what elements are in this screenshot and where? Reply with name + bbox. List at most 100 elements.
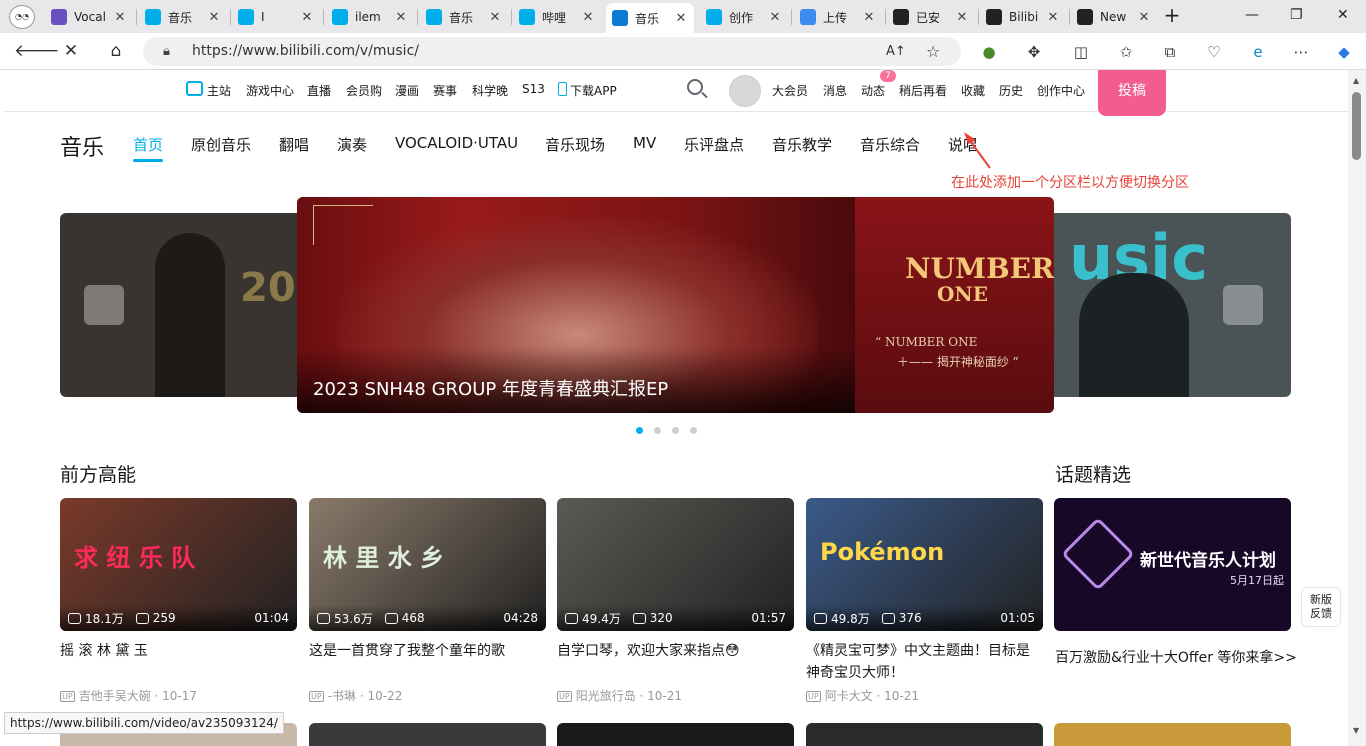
video-card[interactable]: Pokémon 49.8万 376 01:05 《精灵宝可梦》中文主题曲！目标是神奇宝贝… <box>806 498 1043 703</box>
nav-item-watch-later[interactable]: 稍后再看 <box>899 82 947 99</box>
topic-link[interactable]: 百万激励&行业十大Offer 等你来拿>> <box>1055 647 1297 667</box>
nav-item-game[interactable]: 游戏中心 <box>246 82 294 99</box>
video-author[interactable]: 阳光旅行岛 <box>576 689 636 703</box>
browser-tab[interactable]: 哔哩 ✕ <box>513 3 601 31</box>
browser-tab[interactable]: New ✕ <box>1071 3 1157 31</box>
video-thumbnail[interactable]: 林 里 水 乡 53.6万 468 04:28 <box>309 498 546 631</box>
video-card[interactable]: 49.4万 320 01:57 自学口琴，欢迎大家来指点😳 UP 阳光旅行岛 · 10-2… <box>557 498 794 703</box>
extension-icon-globe[interactable]: ● <box>978 41 1000 63</box>
browser-tab[interactable]: Vocal ✕ <box>45 3 133 31</box>
favorites-icon[interactable]: ✩ <box>1115 41 1137 63</box>
carousel-dot-2[interactable] <box>654 427 661 434</box>
close-tab-icon[interactable]: ✕ <box>955 10 969 25</box>
back-button[interactable]: 🡐 <box>14 39 60 63</box>
carousel-dot-1[interactable] <box>636 427 643 434</box>
address-field[interactable]: 🔒︎ https://www.bilibili.com/v/music/ A↑ … <box>143 37 961 66</box>
video-thumbnail[interactable]: Pokémon 49.8万 376 01:05 <box>806 498 1043 631</box>
page-scrollbar[interactable]: ▲ ▼ <box>1348 70 1366 746</box>
upload-button[interactable]: 投稿 <box>1098 70 1166 116</box>
copilot-icon[interactable]: ◆ <box>1333 41 1355 63</box>
close-tab-icon[interactable]: ✕ <box>862 10 876 25</box>
tab-original[interactable]: 原创音乐 <box>191 134 251 155</box>
collections-icon[interactable]: ⧉ <box>1159 41 1181 63</box>
video-thumbnail[interactable]: 求 纽 乐 队 18.1万 259 01:04 <box>60 498 297 631</box>
carousel-next-button[interactable] <box>1223 285 1263 325</box>
close-tab-icon[interactable]: ✕ <box>674 11 688 26</box>
scrollbar-thumb[interactable] <box>1352 92 1361 160</box>
carousel-next-slide[interactable]: usic <box>1049 213 1291 397</box>
carousel-prev-button[interactable] <box>84 285 124 325</box>
nav-item-messages[interactable]: 消息 <box>823 82 847 99</box>
tab-general[interactable]: 音乐综合 <box>860 134 920 155</box>
video-title[interactable]: 这是一首贯穿了我整个童年的歌 <box>309 640 546 662</box>
tab-perform[interactable]: 演奏 <box>337 134 367 155</box>
more-menu-icon[interactable]: ⋯ <box>1290 41 1312 63</box>
close-tab-icon[interactable]: ✕ <box>488 10 502 25</box>
close-tab-icon[interactable]: ✕ <box>207 10 221 25</box>
browser-tab[interactable]: 音乐 ✕ <box>420 3 508 31</box>
nav-item-mall[interactable]: 会员购 <box>346 82 382 99</box>
read-aloud-icon[interactable]: A↑ <box>886 37 906 66</box>
close-tab-icon[interactable]: ✕ <box>113 10 127 25</box>
minimize-icon[interactable]: — <box>1245 7 1259 23</box>
browser-essentials-icon[interactable]: e <box>1247 41 1269 63</box>
profile-avatar[interactable]: ◔◔ <box>9 5 35 29</box>
nav-item-science[interactable]: 科学晚 <box>472 82 508 99</box>
browser-tab[interactable]: 上传 ✕ <box>794 3 882 31</box>
close-tab-icon[interactable]: ✕ <box>1137 10 1151 25</box>
browser-tab[interactable]: ilem ✕ <box>326 3 414 31</box>
close-tab-icon[interactable]: ✕ <box>300 10 314 25</box>
new-tab-button[interactable]: + <box>1161 4 1183 28</box>
lock-icon[interactable]: 🔒︎ <box>163 37 170 66</box>
video-card[interactable]: 求 纽 乐 队 18.1万 259 01:04 摇 滚 林 黛 玉 UP 吉他手吴大碗 · … <box>60 498 297 703</box>
scroll-down-arrow[interactable]: ▼ <box>1353 726 1359 735</box>
nav-item-live[interactable]: 直播 <box>307 82 331 99</box>
browser-tab[interactable]: Bilibi ✕ <box>980 3 1066 31</box>
nav-item-esports[interactable]: 赛事 <box>433 82 457 99</box>
tab-live[interactable]: 音乐现场 <box>545 134 605 155</box>
carousel-caption[interactable]: 2023 SNH48 GROUP 年度青春盛典汇报EP <box>313 375 668 401</box>
home-button[interactable]: ⌂ <box>102 39 130 63</box>
tab-mv[interactable]: MV <box>633 134 656 152</box>
next-row-card[interactable] <box>1054 723 1291 746</box>
nav-item-favorites[interactable]: 收藏 <box>961 82 985 99</box>
video-title[interactable]: 《精灵宝可梦》中文主题曲！目标是神奇宝贝大师！ <box>806 640 1043 684</box>
browser-tab[interactable]: I ✕ <box>232 3 320 31</box>
browser-tab[interactable]: 音乐 ✕ <box>606 3 694 33</box>
favorite-star-icon[interactable]: ☆ <box>926 37 940 66</box>
tab-cover[interactable]: 翻唱 <box>279 134 309 155</box>
close-tab-icon[interactable]: ✕ <box>1046 10 1060 25</box>
tab-vocaloid[interactable]: VOCALOID·UTAU <box>395 134 518 152</box>
tab-review[interactable]: 乐评盘点 <box>684 134 744 155</box>
video-author[interactable]: 阿卡大文 <box>825 689 873 703</box>
scroll-up-arrow[interactable]: ▲ <box>1353 76 1359 85</box>
nav-item-history[interactable]: 历史 <box>999 82 1023 99</box>
avatar[interactable] <box>729 75 761 107</box>
next-row-card[interactable] <box>557 723 794 746</box>
nav-item-dynamics[interactable]: 动态 <box>861 82 885 99</box>
video-thumbnail[interactable]: 49.4万 320 01:57 <box>557 498 794 631</box>
nav-item-vip[interactable]: 大会员 <box>772 82 808 99</box>
close-tab-icon[interactable]: ✕ <box>394 10 408 25</box>
video-card[interactable]: 林 里 水 乡 53.6万 468 04:28 这是一首贯穿了我整个童年的歌 UP -书琳 … <box>309 498 546 703</box>
close-window-icon[interactable]: ✕ <box>1337 7 1349 23</box>
carousel-dot-4[interactable] <box>690 427 697 434</box>
next-row-card[interactable] <box>309 723 546 746</box>
browser-tab[interactable]: 音乐 ✕ <box>139 3 227 31</box>
tab-teaching[interactable]: 音乐教学 <box>772 134 832 155</box>
carousel-prev-slide[interactable]: 202 <box>60 213 305 397</box>
stop-loading-button[interactable]: ✕ <box>57 39 85 63</box>
split-screen-icon[interactable]: ◫ <box>1070 41 1092 63</box>
close-tab-icon[interactable]: ✕ <box>768 10 782 25</box>
video-author[interactable]: -书琳 <box>328 689 356 703</box>
carousel-main-slide[interactable]: NUMBER ONE “ NUMBER ONE ＋—— 揭开神秘面纱 ” 202… <box>297 197 1054 413</box>
nav-item-download-app[interactable]: 下载APP <box>570 82 617 99</box>
nav-item-manga[interactable]: 漫画 <box>395 82 419 99</box>
feedback-button[interactable]: 新版 反馈 <box>1301 587 1341 627</box>
topic-banner[interactable]: 新世代音乐人计划 5月17日起 <box>1054 498 1291 631</box>
video-title[interactable]: 自学口琴，欢迎大家来指点😳 <box>557 640 794 662</box>
tab-home[interactable]: 首页 <box>133 134 163 155</box>
video-title[interactable]: 摇 滚 林 黛 玉 <box>60 640 297 662</box>
nav-item-s13[interactable]: S13 <box>522 82 545 96</box>
extensions-puzzle-icon[interactable]: ✥ <box>1023 41 1045 63</box>
